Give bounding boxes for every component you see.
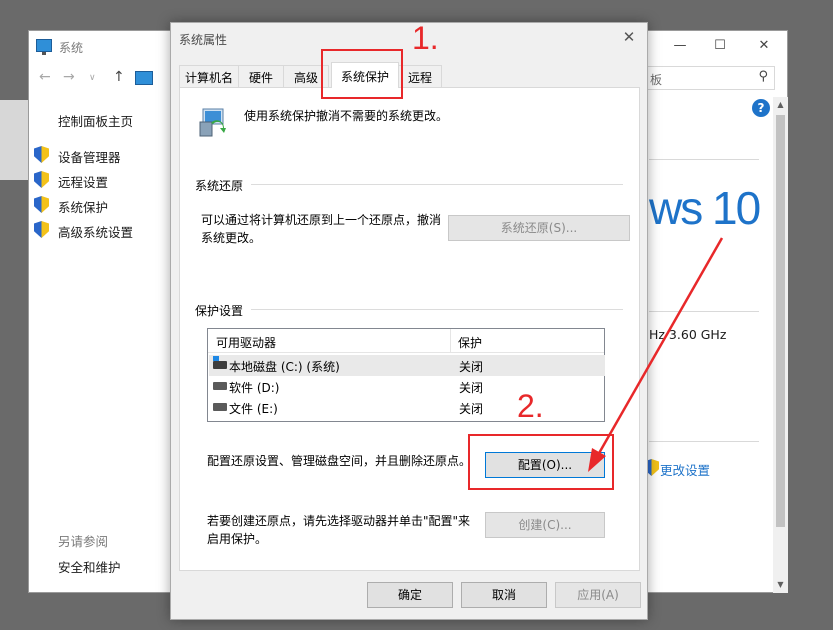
system-drive-icon	[213, 356, 227, 369]
sidebar-item-label: 设备管理器	[58, 150, 121, 165]
list-header: 可用驱动器 保护	[208, 329, 604, 353]
maximize-button[interactable]: ☐	[705, 35, 735, 57]
protection-group-label: 保护设置	[195, 302, 252, 319]
processor-speed: Hz 3.60 GHz	[649, 327, 727, 342]
drive-icon	[213, 382, 227, 390]
close-icon[interactable]: ✕	[617, 26, 641, 48]
restore-group-label: 系统还原	[195, 177, 252, 194]
configure-description: 配置还原设置、管理磁盘空间，并且删除还原点。	[207, 454, 472, 468]
system-restore-button[interactable]: 系统还原(S)...	[448, 215, 630, 241]
system-protection-panel: 使用系统保护撤消不需要的系统更改。 系统还原 可以通过将计算机还原到上一个还原点…	[179, 87, 640, 571]
create-button[interactable]: 创建(C)...	[485, 512, 605, 538]
restore-description: 可以通过将计算机还原到上一个还原点，撤消系统更改。	[201, 213, 442, 245]
tab-hardware[interactable]: 硬件	[238, 65, 284, 87]
intro-text: 使用系统保护撤消不需要的系统更改。	[244, 109, 449, 123]
scroll-down-icon[interactable]: ▼	[773, 577, 788, 593]
chevron-down-icon[interactable]: ∨	[89, 73, 96, 83]
up-arrow-icon[interactable]: ↑	[113, 69, 125, 85]
back-arrow-icon[interactable]: ←	[39, 69, 51, 85]
address-monitor-icon	[135, 71, 153, 85]
tab-computer-name[interactable]: 计算机名	[179, 65, 239, 87]
system-window-title: 系统	[59, 41, 84, 55]
drive-protection: 关闭	[459, 360, 484, 374]
system-properties-dialog: 系统属性 ✕ 计算机名 硬件 高级 系统保护 远程 使用系统保护撤消不需要的系统…	[170, 22, 648, 620]
create-description: 若要创建还原点，请先选择驱动器并单击"配置"来启用保护。	[207, 514, 471, 546]
drive-name: 本地磁盘 (C:) (系统)	[229, 360, 340, 374]
drive-protection: 关闭	[459, 381, 484, 395]
column-divider[interactable]	[450, 329, 451, 353]
dialog-title: 系统属性	[179, 33, 228, 47]
security-maintenance-link[interactable]: 安全和维护	[58, 557, 121, 576]
close-button[interactable]: ✕	[749, 35, 779, 57]
scrollbar[interactable]: ▲ ▼	[773, 97, 788, 593]
drive-name: 文件 (E:)	[229, 402, 278, 416]
divider	[649, 441, 759, 442]
sidebar-item-label: 高级系统设置	[58, 225, 134, 240]
drive-protection: 关闭	[459, 402, 484, 416]
tab-remote[interactable]: 远程	[398, 65, 442, 87]
minimize-button[interactable]: —	[665, 35, 695, 57]
divider	[649, 311, 759, 312]
divider	[195, 309, 623, 310]
column-header-protection[interactable]: 保护	[458, 334, 482, 351]
search-placeholder: 板	[650, 73, 663, 87]
list-item[interactable]: 文件 (E:) 关闭	[209, 397, 605, 418]
cancel-button[interactable]: 取消	[461, 582, 547, 608]
shield-icon	[34, 196, 49, 213]
step-2-label: 2.	[517, 388, 544, 424]
highlight-box-configure	[468, 434, 614, 490]
help-icon[interactable]: ?	[752, 99, 770, 117]
scroll-thumb[interactable]	[776, 115, 785, 527]
monitor-icon	[36, 39, 52, 55]
apply-button[interactable]: 应用(A)	[555, 582, 641, 608]
sidebar-item-label: 系统保护	[58, 200, 109, 215]
scroll-up-icon[interactable]: ▲	[773, 97, 788, 113]
shield-icon	[34, 146, 49, 163]
list-item[interactable]: 本地磁盘 (C:) (系统) 关闭	[209, 355, 605, 376]
sidebar-item-label: 远程设置	[58, 175, 109, 190]
tab-system-protection[interactable]: 系统保护	[331, 62, 399, 88]
search-input[interactable]: 板 ⚲	[635, 66, 775, 90]
windows-10-logo: ws 10	[649, 182, 761, 234]
search-icon[interactable]: ⚲	[758, 69, 768, 84]
see-also-heading: 另请参阅	[58, 534, 109, 549]
divider	[649, 159, 759, 160]
drive-icon	[213, 403, 227, 411]
divider	[195, 184, 623, 185]
shield-icon	[34, 221, 49, 238]
ok-button[interactable]: 确定	[367, 582, 453, 608]
drive-name: 软件 (D:)	[229, 381, 280, 395]
control-panel-home-link[interactable]: 控制面板主页	[58, 111, 133, 130]
forward-arrow-icon[interactable]: →	[63, 69, 75, 85]
step-1-label: 1.	[412, 20, 439, 56]
drive-list[interactable]: 可用驱动器 保护 本地磁盘 (C:) (系统) 关闭 软件 (D:) 关闭 文件…	[207, 328, 605, 422]
shield-icon	[34, 171, 49, 188]
change-settings-label: 更改设置	[660, 463, 711, 478]
system-protection-icon	[199, 108, 226, 137]
list-item[interactable]: 软件 (D:) 关闭	[209, 376, 605, 397]
column-header-drives[interactable]: 可用驱动器	[216, 334, 276, 351]
